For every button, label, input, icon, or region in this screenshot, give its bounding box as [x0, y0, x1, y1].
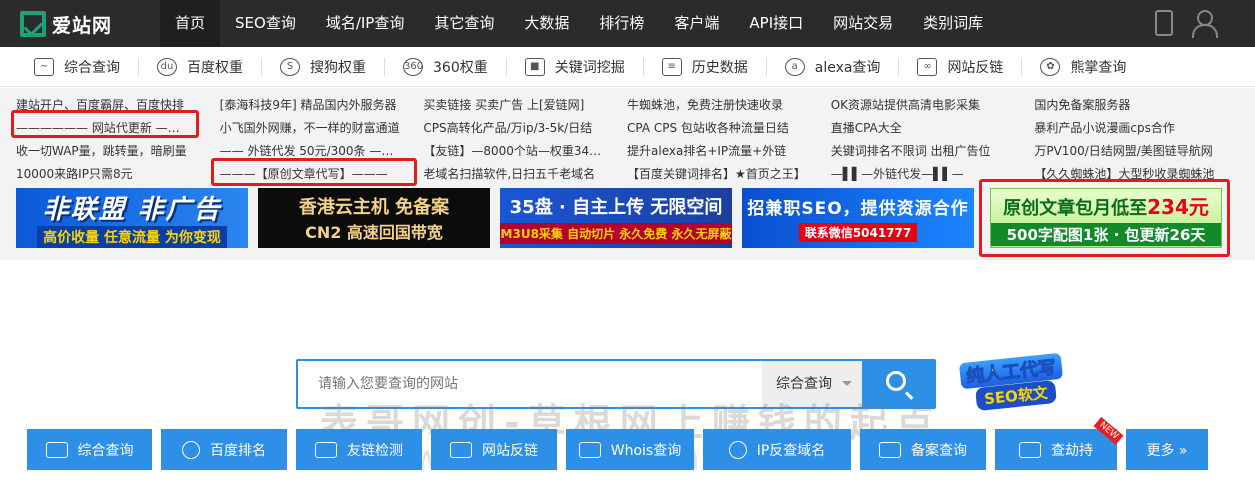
highlight-box-website-update	[11, 110, 199, 138]
baidu-paw-icon: du	[157, 57, 177, 76]
ad-zone: 建站开户、百度霸屏、百度快排 [泰海科技9年] 精品国内外服务器 买卖链接 买卖…	[0, 88, 1255, 260]
logo-text: 爱站网	[52, 14, 113, 37]
text-link[interactable]: CPS高转化产品/万ip/3-5k/日结	[423, 117, 627, 140]
text-link[interactable]: 牛蜘蛛池，免费注册快速收录	[627, 94, 831, 117]
tool-baidu-weight[interactable]: du 百度权重	[157, 57, 262, 76]
layers-icon: ≡	[661, 57, 682, 76]
tool-history[interactable]: ≡ 历史数据	[661, 57, 767, 76]
text-link[interactable]: 【百度关键词排名】★首页之王】	[627, 163, 831, 186]
tool-overview[interactable]: ~ 综合查询	[34, 57, 139, 76]
keyword-icon: ■	[524, 57, 545, 76]
nav-api[interactable]: API接口	[734, 0, 818, 47]
tool-bar: ~ 综合查询 du 百度权重 S 搜狗权重 360 360权重 ■ 关键词挖掘 ≡ 历史数据…	[0, 47, 1255, 87]
text-link[interactable]: 小飞国外网赚，不一样的财富通道	[220, 117, 424, 140]
tool-keyword-mining[interactable]: ■ 关键词挖掘	[524, 57, 644, 76]
nav-ranking[interactable]: 排行榜	[584, 0, 659, 47]
tool-alexa[interactable]: a alexa查询	[784, 57, 900, 76]
alexa-icon: a	[784, 57, 805, 76]
nav-home[interactable]: 首页	[160, 0, 221, 47]
bear-paw-icon: ✿	[1040, 57, 1061, 76]
nav-client[interactable]: 客户端	[659, 0, 734, 47]
text-link[interactable]: CPA CPS 包站收各种流量日结	[627, 117, 831, 140]
nav-bigdata[interactable]: 大数据	[509, 0, 584, 47]
link-icon: ∞	[917, 57, 938, 76]
banner-row: 非联盟 非广告 高价收量 任意流量 为你变现 香港云主机 免备案 CN2 高速回…	[16, 188, 1222, 248]
text-link[interactable]: OK资源站提供高清电影采集	[831, 94, 1035, 117]
text-link[interactable]: 10000来路IP只需8元	[16, 163, 220, 186]
search-icon	[886, 371, 906, 391]
baidu-paw-icon	[182, 440, 200, 459]
ad-banner[interactable]: 原创文章包月低至234元 500字配图1张 · 包更新26天	[990, 188, 1222, 248]
text-link[interactable]: 万PV100/日结网盟/美图链导航网	[1034, 140, 1238, 163]
nav-lexicon[interactable]: 类别词库	[908, 0, 998, 47]
text-link[interactable]: 老域名扫描软件,日扫五千老域名	[423, 163, 627, 186]
ad-banner[interactable]: 35盘 · 自主上传 无限空间 M3U8采集 自动切片 永久免费 永久无屏蔽	[500, 188, 732, 248]
link-row: —————— 网站代更新 —… 小飞国外网赚，不一样的财富通道 CPS高转化产品…	[16, 117, 1238, 140]
seo-article-badge[interactable]: 纯人工代写 SEO软文	[954, 352, 1064, 412]
highlight-box-article-writing	[211, 158, 417, 186]
logo-icon	[20, 11, 46, 37]
pen-icon	[315, 441, 337, 458]
quick-backlink-button[interactable]: 网站反链	[431, 429, 557, 470]
text-link[interactable]: 买卖链接 买卖广告 上[爱链网]	[423, 94, 627, 117]
quick-query-buttons: 综合查询 百度排名 友链检测 网站反链 Whois查询 IP反查域名 备案查询 …	[27, 416, 1208, 470]
text-link[interactable]: [泰海科技9年] 精品国内外服务器	[220, 94, 424, 117]
text-link[interactable]: 国内免备案服务器	[1034, 94, 1238, 117]
quick-friendlink-button[interactable]: 友链检测	[296, 429, 422, 470]
quick-overview-button[interactable]: 综合查询	[27, 429, 152, 470]
quick-baidu-rank-button[interactable]: 百度排名	[161, 429, 287, 470]
nav-trade[interactable]: 网站交易	[818, 0, 908, 47]
quick-icp-button[interactable]: 备案查询	[860, 429, 986, 470]
quick-whois-button[interactable]: Whois查询	[566, 429, 694, 470]
quick-ip-reverse-button[interactable]: IP反查域名	[703, 429, 851, 470]
link-icon	[450, 441, 472, 458]
icp-icon	[879, 441, 901, 458]
text-link[interactable]: 收一切WAP量，跳转量，暗刷量	[16, 140, 220, 163]
quick-more-button[interactable]: 更多 »	[1126, 429, 1208, 470]
360-icon: 360	[403, 57, 423, 76]
site-logo[interactable]: 爱站网	[20, 9, 112, 39]
quick-hijack-button[interactable]: 查劫持 NEW	[995, 416, 1124, 470]
tool-sogou-weight[interactable]: S 搜狗权重	[280, 57, 385, 76]
camera-icon	[1019, 441, 1041, 458]
tool-bear-paw[interactable]: ✿ 熊掌查询	[1040, 57, 1144, 76]
link-row: 建站开户、百度霸屏、百度快排 [泰海科技9年] 精品国内外服务器 买卖链接 买卖…	[16, 94, 1238, 117]
tool-backlinks[interactable]: ∞ 网站反链	[917, 57, 1023, 76]
user-icon[interactable]	[1191, 10, 1218, 38]
nav-domain-ip[interactable]: 域名/IP查询	[311, 0, 420, 47]
text-link[interactable]: 提升alexa排名+IP流量+外链	[627, 140, 831, 163]
text-link[interactable]: 【友链】—8000个站—权重34…	[423, 140, 627, 163]
sogou-icon: S	[280, 57, 300, 76]
ip-icon	[728, 440, 747, 459]
nav-seo[interactable]: SEO查询	[220, 0, 311, 47]
top-nav-bar: 爱站网 首页 SEO查询 域名/IP查询 其它查询 大数据 排行榜 客户端 AP…	[0, 0, 1255, 47]
ad-banner[interactable]: 招兼职SEO，提供资源合作 联系微信5041777	[742, 188, 974, 248]
text-link-grid: 建站开户、百度霸屏、百度快排 [泰海科技9年] 精品国内外服务器 买卖链接 买卖…	[16, 94, 1238, 186]
text-link[interactable]: 暴利产品小说漫画cps合作	[1034, 117, 1238, 140]
nav-other[interactable]: 其它查询	[419, 0, 509, 47]
mobile-icon[interactable]	[1155, 10, 1173, 36]
main-nav: 首页 SEO查询 域名/IP查询 其它查询 大数据 排行榜 客户端 API接口 …	[160, 0, 998, 47]
chart-icon	[45, 441, 68, 458]
text-link[interactable]: 关键词排名不限词 出租广告位	[831, 140, 1035, 163]
new-badge: NEW	[1093, 416, 1124, 446]
link-row: 收一切WAP量，跳转量，暗刷量 —— 外链代发 50元/300条 —… 【友链】…	[16, 140, 1238, 163]
ad-banner[interactable]: 非联盟 非广告 高价收量 任意流量 为你变现	[16, 188, 248, 248]
text-link[interactable]: 直播CPA大全	[831, 117, 1035, 140]
chart-icon: ~	[34, 57, 54, 76]
tool-360-weight[interactable]: 360 360权重	[403, 57, 507, 76]
whois-icon	[578, 441, 601, 458]
ad-banner[interactable]: 香港云主机 免备案 CN2 高速回国带宽	[258, 188, 490, 248]
